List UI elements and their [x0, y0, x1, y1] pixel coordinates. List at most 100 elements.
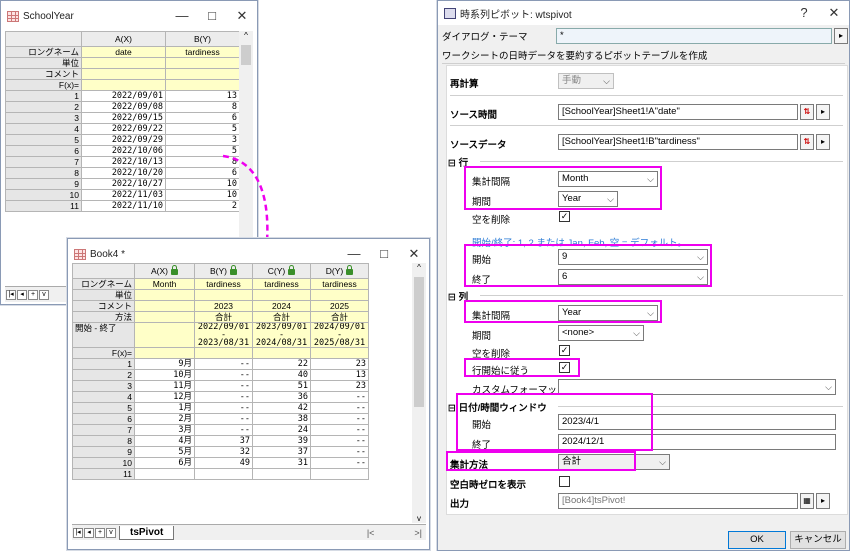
row-label-comments[interactable]: コメント [72, 300, 135, 312]
range-d[interactable]: 2024/09/01-2025/08/31 [310, 322, 369, 348]
row-number[interactable]: 10 [5, 189, 82, 201]
row-remove-empty-checkbox[interactable]: ✓ [559, 211, 570, 222]
value-2024-cell[interactable]: 24 [252, 424, 311, 436]
units-cell[interactable] [81, 57, 166, 69]
prev-sheet-icon[interactable]: ◂ [17, 289, 27, 300]
range-c[interactable]: 2023/09/01-2024/08/31 [252, 322, 311, 348]
value-2023-cell[interactable]: 49 [194, 457, 253, 469]
table-row[interactable]: 10 6月 49 31 -- [72, 457, 369, 469]
maximize-button[interactable]: □ [369, 239, 399, 269]
range-a[interactable] [134, 322, 195, 348]
source-time-menu-icon[interactable]: ▸ [816, 104, 830, 120]
value-2024-cell[interactable]: 40 [252, 369, 311, 381]
column-header-a[interactable]: A(X) [134, 263, 195, 279]
method-d[interactable]: 合計 [310, 311, 369, 323]
table-row[interactable]: 10 2022/11/03 10 [5, 189, 240, 201]
row-number[interactable]: 4 [72, 391, 135, 403]
value-2024-cell[interactable]: 22 [252, 358, 311, 370]
add-sheet-icon[interactable]: + [28, 289, 38, 300]
value-2024-cell[interactable]: 36 [252, 391, 311, 403]
month-cell[interactable]: 10月 [134, 369, 195, 381]
minimize-button[interactable]: — [167, 1, 197, 31]
comment-b[interactable]: 2023 [194, 300, 253, 312]
date-cell[interactable]: 2022/10/13 [81, 156, 166, 168]
source-data-menu-icon[interactable]: ▸ [816, 134, 830, 150]
units-cell[interactable] [252, 289, 311, 301]
row-label-units[interactable]: 単位 [5, 57, 82, 69]
col-remove-empty-checkbox[interactable]: ✓ [559, 345, 570, 356]
row-number[interactable]: 10 [72, 457, 135, 469]
table-row[interactable]: 1 9月 -- 22 23 [72, 358, 369, 370]
value-2023-cell[interactable]: 32 [194, 446, 253, 458]
value-2023-cell[interactable]: -- [194, 424, 253, 436]
table-row[interactable]: 11 2022/11/10 2 [5, 200, 240, 212]
show-zero-checkbox[interactable] [559, 476, 570, 487]
units-cell[interactable] [134, 289, 195, 301]
dialog-close-button[interactable]: ✕ [819, 0, 849, 28]
source-time-field[interactable]: [SchoolYear]Sheet1!A"date" [558, 104, 798, 120]
select-range-icon[interactable]: ⇅ [800, 104, 814, 120]
value-2025-cell[interactable] [310, 468, 369, 480]
scroll-up-icon[interactable]: ^ [412, 263, 426, 272]
value-2023-cell[interactable]: -- [194, 391, 253, 403]
table-row[interactable]: 4 12月 -- 36 -- [72, 391, 369, 403]
row-number[interactable]: 7 [72, 424, 135, 436]
longname-b[interactable]: tardiness [194, 278, 253, 290]
column-header-c[interactable]: C(Y) [252, 263, 311, 279]
fx-cell[interactable] [81, 79, 166, 91]
value-2024-cell[interactable]: 31 [252, 457, 311, 469]
row-label-comments[interactable]: コメント [5, 68, 82, 80]
longname-c[interactable]: tardiness [252, 278, 311, 290]
month-cell[interactable]: 2月 [134, 413, 195, 425]
month-cell[interactable]: 9月 [134, 358, 195, 370]
row-number[interactable]: 5 [72, 402, 135, 414]
value-2025-cell[interactable]: -- [310, 413, 369, 425]
longname-d[interactable]: tardiness [310, 278, 369, 290]
tardiness-cell[interactable]: 6 [165, 112, 240, 124]
date-cell[interactable]: 2022/09/29 [81, 134, 166, 146]
source-data-field[interactable]: [SchoolYear]Sheet1!B"tardiness" [558, 134, 798, 150]
row-label-fx[interactable]: F(x)= [72, 347, 135, 359]
select-range-icon[interactable]: ⇅ [800, 134, 814, 150]
help-button[interactable]: ? [789, 0, 819, 28]
row-number[interactable]: 8 [72, 435, 135, 447]
ok-button[interactable]: OK [728, 531, 786, 549]
table-row[interactable]: 5 2022/09/29 3 [5, 134, 240, 146]
book4-vertical-scrollbar[interactable]: ^ v [412, 263, 426, 523]
value-2025-cell[interactable]: -- [310, 457, 369, 469]
date-cell[interactable]: 2022/11/10 [81, 200, 166, 212]
longname-a[interactable]: Month [134, 278, 195, 290]
table-row[interactable]: 6 2022/10/06 5 [5, 145, 240, 157]
row-label-fx[interactable]: F(x)= [5, 79, 82, 91]
value-2024-cell[interactable]: 39 [252, 435, 311, 447]
date-cell[interactable]: 2022/10/20 [81, 167, 166, 179]
scroll-down-icon[interactable]: v [412, 514, 426, 523]
month-cell[interactable]: 6月 [134, 457, 195, 469]
fx-cell[interactable] [252, 347, 311, 359]
table-row[interactable]: 1 2022/09/01 13 [5, 90, 240, 102]
fx-cell[interactable] [165, 79, 240, 91]
table-row[interactable]: 9 2022/10/27 10 [5, 178, 240, 190]
hscroll-right-icon[interactable]: >| [414, 528, 422, 538]
fx-cell[interactable] [194, 347, 253, 359]
output-field[interactable]: [Book4]tsPivot! [558, 493, 798, 509]
method-a[interactable] [134, 311, 195, 323]
row-number[interactable]: 1 [5, 90, 82, 102]
row-number[interactable]: 1 [72, 358, 135, 370]
schoolyear-sheet[interactable]: A(X) B(Y) ロングネーム date tardiness 単位 コメント … [5, 31, 240, 212]
scroll-thumb[interactable] [241, 45, 251, 65]
row-number[interactable]: 6 [5, 145, 82, 157]
method-c[interactable]: 合計 [252, 311, 311, 323]
value-2023-cell[interactable] [194, 468, 253, 480]
units-cell[interactable] [310, 289, 369, 301]
table-row[interactable]: 5 1月 -- 42 -- [72, 402, 369, 414]
tspivot-dialog[interactable]: 時系列ピボット: wtspivot ? ✕ ダイアログ・テーマ * ▸ ワークシ… [437, 0, 850, 551]
output-menu-icon[interactable]: ▸ [816, 493, 830, 509]
value-2023-cell[interactable]: -- [194, 402, 253, 414]
row-number[interactable]: 6 [72, 413, 135, 425]
value-2025-cell[interactable]: -- [310, 391, 369, 403]
value-2023-cell[interactable]: -- [194, 413, 253, 425]
method-b[interactable]: 合計 [194, 311, 253, 323]
first-sheet-icon[interactable]: |◂ [6, 289, 16, 300]
scroll-up-icon[interactable]: ^ [239, 31, 253, 40]
